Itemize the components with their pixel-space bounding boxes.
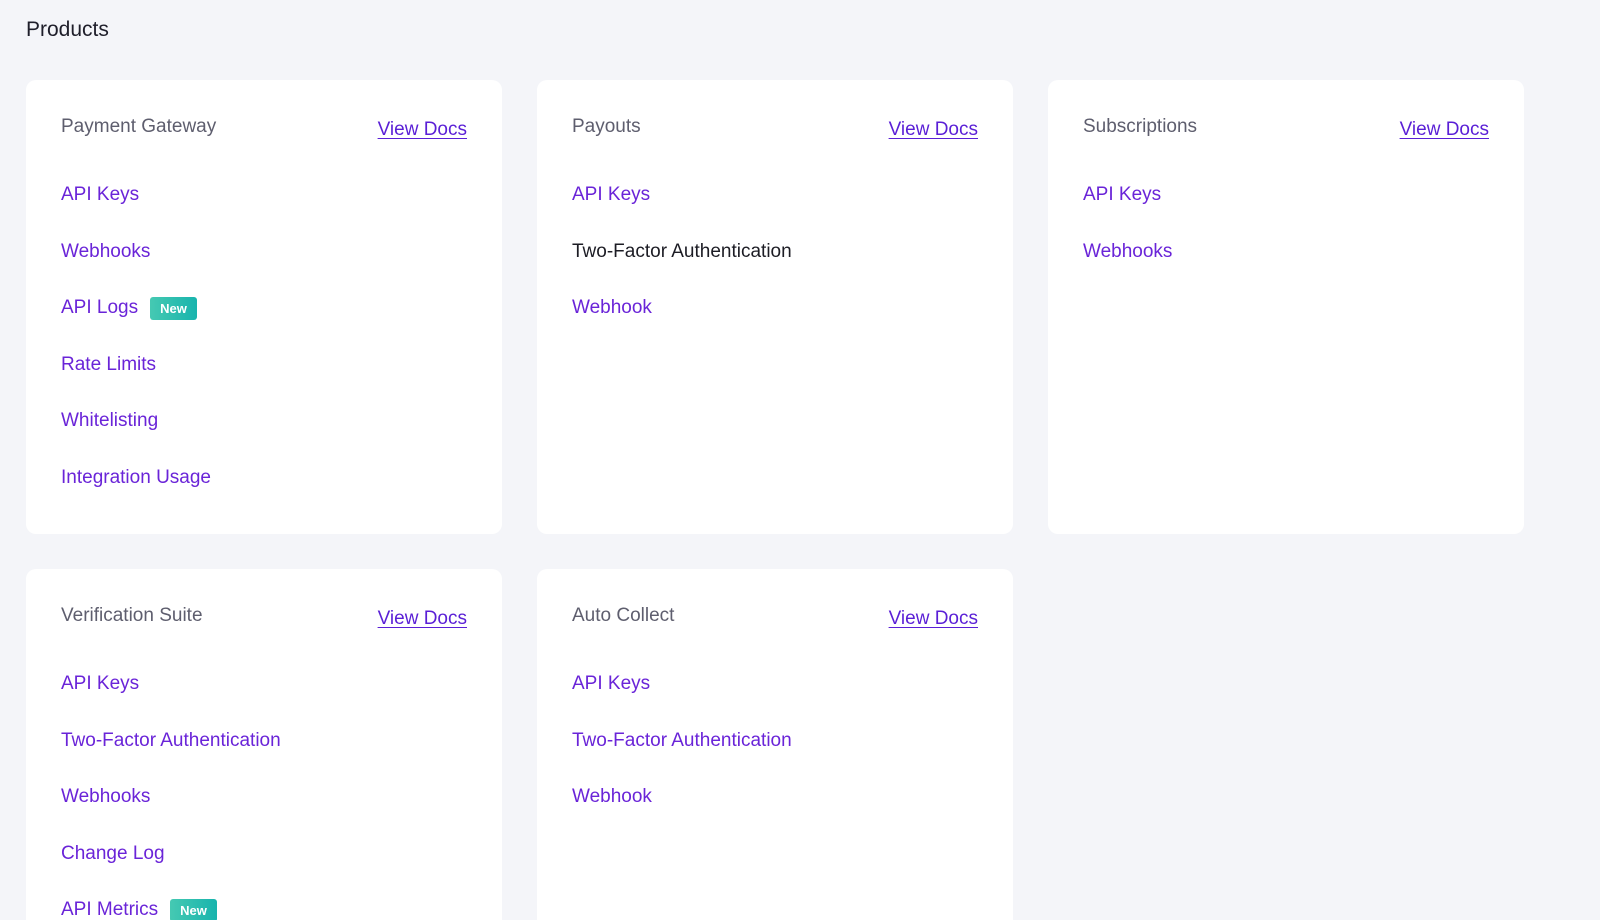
link-label: Whitelisting <box>61 410 159 432</box>
card-header: Verification Suite View Docs <box>61 605 467 635</box>
link-label: Two-Factor Authentication <box>572 729 792 751</box>
link-label: Integration Usage <box>61 466 211 488</box>
link-label: Rate Limits <box>61 353 157 375</box>
link-label: Webhook <box>572 297 652 319</box>
link-webhooks[interactable]: Webhooks <box>61 241 211 298</box>
link-rate-limits[interactable]: Rate Limits <box>61 354 211 411</box>
link-label: API Keys <box>61 184 140 205</box>
new-badge: New <box>150 297 197 321</box>
product-card-subscriptions: Subscriptions View Docs API Keys Webhook… <box>1048 80 1524 534</box>
card-header: Auto Collect View Docs <box>572 605 978 635</box>
view-docs-link[interactable]: View Docs <box>378 119 467 141</box>
view-docs-link[interactable]: View Docs <box>889 608 978 630</box>
product-links: API Keys Two-Factor Authentication Webho… <box>572 673 792 843</box>
link-webhook[interactable]: Webhook <box>572 786 792 843</box>
link-api-keys[interactable]: API Keys <box>61 184 211 241</box>
link-label: API Keys <box>572 673 651 694</box>
link-label: API Metrics <box>61 899 159 920</box>
link-label: API Keys <box>572 184 651 205</box>
card-title: Verification Suite <box>61 605 203 626</box>
card-header: Payouts View Docs <box>572 116 978 146</box>
link-integration-usage[interactable]: Integration Usage <box>61 467 211 524</box>
link-two-factor-authentication[interactable]: Two-Factor Authentication <box>572 730 792 787</box>
link-label: API Keys <box>1083 184 1162 205</box>
new-badge: New <box>170 899 217 920</box>
link-label: API Logs <box>61 297 139 319</box>
link-webhooks[interactable]: Webhooks <box>1083 241 1172 298</box>
product-card-auto-collect: Auto Collect View Docs API Keys Two-Fact… <box>537 569 1013 920</box>
card-header: Payment Gateway View Docs <box>61 116 467 146</box>
page-title: Products <box>26 18 109 41</box>
link-webhooks[interactable]: Webhooks <box>61 786 281 843</box>
card-title: Subscriptions <box>1083 116 1198 137</box>
product-links: API Keys Two-Factor Authentication Webho… <box>61 673 281 920</box>
link-label: Webhooks <box>1083 240 1173 262</box>
view-docs-link[interactable]: View Docs <box>1400 119 1489 141</box>
link-api-logs[interactable]: API Logs New <box>61 297 211 354</box>
link-api-keys[interactable]: API Keys <box>572 673 792 730</box>
link-api-keys[interactable]: API Keys <box>572 184 792 241</box>
product-card-verification-suite: Verification Suite View Docs API Keys Tw… <box>26 569 502 920</box>
card-title: Auto Collect <box>572 605 675 626</box>
card-title: Payment Gateway <box>61 116 217 137</box>
link-api-metrics[interactable]: API Metrics New <box>61 899 281 920</box>
link-label: Webhooks <box>61 240 151 262</box>
product-card-payment-gateway: Payment Gateway View Docs API Keys Webho… <box>26 80 502 534</box>
link-api-keys[interactable]: API Keys <box>61 673 281 730</box>
link-change-log[interactable]: Change Log <box>61 843 281 900</box>
product-links: API Keys Webhooks <box>1083 184 1172 297</box>
link-label: Webhook <box>572 786 652 808</box>
link-label: Two-Factor Authentication <box>61 729 281 751</box>
product-card-payouts: Payouts View Docs API Keys Two-Factor Au… <box>537 80 1013 534</box>
link-whitelisting[interactable]: Whitelisting <box>61 410 211 467</box>
view-docs-link[interactable]: View Docs <box>889 119 978 141</box>
link-label: Change Log <box>61 842 165 864</box>
product-links: API Keys Webhooks API Logs New Rate Limit… <box>61 184 211 524</box>
link-two-factor-authentication[interactable]: Two-Factor Authentication <box>61 730 281 787</box>
link-label: Two-Factor Authentication <box>572 240 792 262</box>
card-title: Payouts <box>572 116 641 137</box>
link-label: API Keys <box>61 673 140 694</box>
view-docs-link[interactable]: View Docs <box>378 608 467 630</box>
link-api-keys[interactable]: API Keys <box>1083 184 1172 241</box>
products-page: Products Payment Gateway View Docs API K… <box>0 0 1600 920</box>
link-label: Webhooks <box>61 786 151 808</box>
product-links: API Keys Two-Factor Authentication Webho… <box>572 184 792 354</box>
link-two-factor-authentication[interactable]: Two-Factor Authentication <box>572 241 792 298</box>
link-webhook[interactable]: Webhook <box>572 297 792 354</box>
card-header: Subscriptions View Docs <box>1083 116 1489 146</box>
